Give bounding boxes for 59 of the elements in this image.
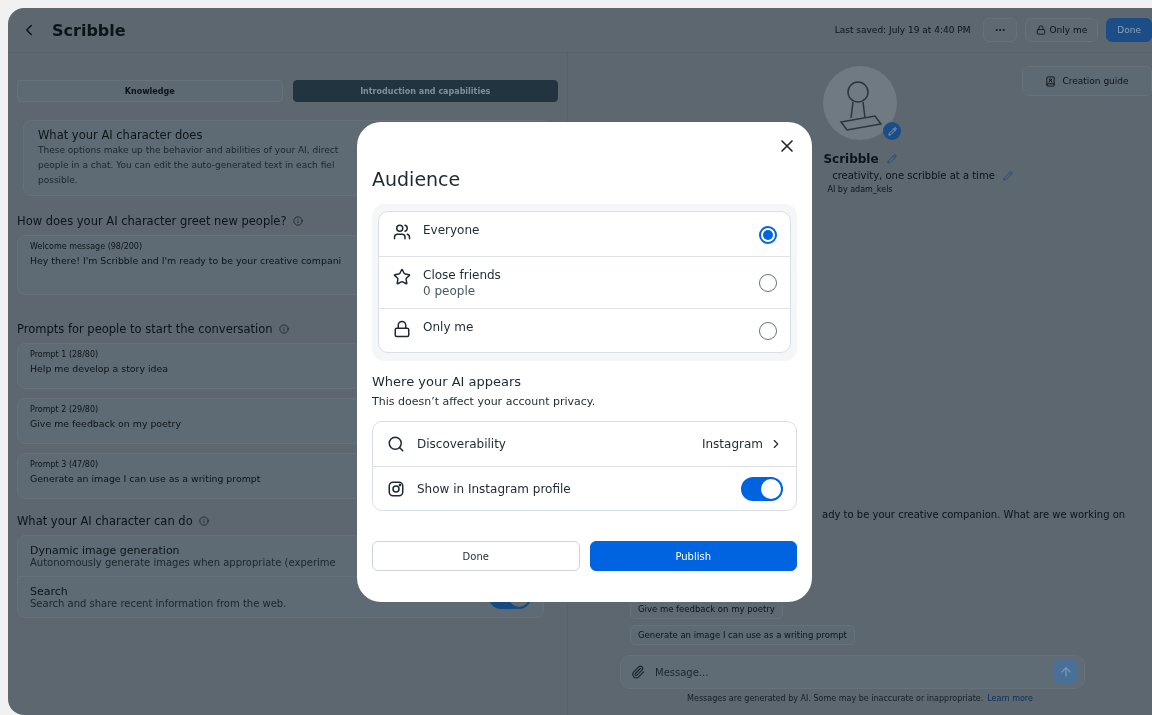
tab[interactable]: Knowledge: [17, 80, 283, 102]
learn-more-link[interactable]: Learn more: [987, 694, 1033, 703]
field-label: Prompt 2 (29/80): [30, 405, 100, 414]
author-text: AI by adam_kels: [827, 185, 893, 194]
option-label: Only me: [423, 320, 475, 334]
message-field[interactable]: Message...: [620, 655, 1085, 689]
camera-icon: [387, 479, 405, 498]
info-icon[interactable]: [292, 216, 303, 226]
section-title: Where your AI appears: [372, 374, 523, 389]
capability-title: Dynamic image generation: [30, 544, 180, 557]
field-label: Welcome message (98/200): [30, 242, 144, 251]
discoverability-link[interactable]: Instagram: [701, 437, 783, 451]
field-value: Give me feedback on my poetry: [30, 418, 182, 429]
done-button[interactable]: Done: [1106, 18, 1152, 42]
send-button[interactable]: [1054, 660, 1078, 684]
ai-name: Scribble: [823, 152, 879, 166]
people-icon: [393, 223, 411, 241]
edit-icon[interactable]: [886, 154, 897, 164]
audience-button[interactable]: Only me: [1024, 18, 1099, 42]
last-saved-text: Last saved: July 19 at 4:40 PM: [834, 25, 971, 35]
edit-icon[interactable]: [1002, 170, 1013, 181]
section-heading: How does your AI character greet new people?: [17, 214, 287, 228]
lock-icon: [1035, 25, 1046, 35]
info-icon[interactable]: [198, 516, 209, 526]
star-icon: [393, 268, 411, 286]
field-value: Hey there! I'm Scribble and I'm ready to be your creative compani: [30, 255, 343, 266]
tab[interactable]: Introduction and capabilities: [292, 80, 558, 102]
capability-description: Search and share recent information from the web.: [30, 598, 287, 609]
page-title: Scribble: [52, 20, 126, 40]
creation-guide-button[interactable]: Creation guide: [1022, 66, 1152, 96]
section-heading: Prompts for people to start the conversation: [17, 322, 273, 336]
publish-button[interactable]: Publish: [589, 541, 797, 571]
section-heading: What your AI character can do: [17, 514, 193, 528]
greeting-message: ady to be your creative companion. What are we working on: [822, 509, 1127, 520]
radio-button[interactable]: [759, 225, 777, 244]
dialog-title: Audience: [372, 168, 462, 190]
lock-icon: [393, 320, 411, 338]
ai-tagline: creativity, one scribble at a time: [832, 170, 995, 181]
option-sublabel: 0 people: [423, 284, 477, 298]
info-icon[interactable]: [278, 324, 289, 334]
capability-title: Search: [30, 585, 68, 598]
guide-book-icon: [1045, 75, 1057, 87]
capability-description: Autonomously generate images when appropriate (experime: [30, 557, 336, 568]
option-label: Everyone: [423, 223, 481, 237]
toggle-switch[interactable]: [741, 476, 783, 501]
message-input[interactable]: Message...: [653, 665, 1046, 679]
done-button[interactable]: Done: [372, 541, 580, 571]
field-label: Prompt 3 (47/80): [30, 460, 100, 469]
option-label: Close friends: [423, 268, 502, 282]
prompt-chip[interactable]: Generate an image I can use as a writing prompt: [630, 625, 855, 645]
more-button[interactable]: [982, 18, 1017, 42]
field-value: Help me develop a story idea: [30, 363, 169, 374]
arrow-up-icon: [1059, 665, 1073, 679]
disclaimer-text: Messages are generated by AI. Some may be inaccurate or inappropriate.: [687, 694, 984, 703]
edit-badge[interactable]: [883, 122, 901, 140]
card-title: What your AI character does: [38, 128, 204, 142]
field-label: Prompt 1 (28/80): [30, 350, 100, 359]
paperclip-icon[interactable]: [631, 665, 645, 679]
search-icon: [387, 435, 405, 453]
